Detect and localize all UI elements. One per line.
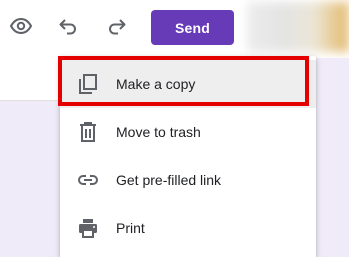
redo-button[interactable] [101, 8, 133, 44]
account-area-blurred[interactable] [247, 2, 349, 52]
menu-item-print[interactable]: Print [60, 204, 316, 252]
printer-icon [76, 216, 100, 240]
menu-item-make-a-copy[interactable]: Make a copy [60, 60, 316, 108]
menu-item-move-to-trash[interactable]: Move to trash [60, 108, 316, 156]
send-button[interactable]: Send [151, 10, 234, 45]
form-background-right [316, 58, 349, 257]
menu-item-label: Get pre-filled link [116, 172, 222, 188]
top-toolbar: Send [0, 0, 349, 56]
undo-button[interactable] [52, 8, 84, 44]
preview-button[interactable] [5, 8, 37, 44]
menu-item-label: Move to trash [116, 124, 201, 140]
menu-item-label: Print [116, 220, 145, 236]
undo-icon [56, 14, 80, 38]
link-icon [76, 168, 100, 192]
menu-item-label: Make a copy [116, 76, 196, 92]
menu-item-get-pre-filled-link[interactable]: Get pre-filled link [60, 156, 316, 204]
eye-icon [9, 14, 33, 38]
copy-icon [76, 72, 100, 96]
form-background-left [0, 101, 60, 257]
redo-icon [105, 14, 129, 38]
more-options-menu: Make a copy Move to trash Get pre-filled… [60, 56, 316, 257]
trash-icon [76, 120, 100, 144]
